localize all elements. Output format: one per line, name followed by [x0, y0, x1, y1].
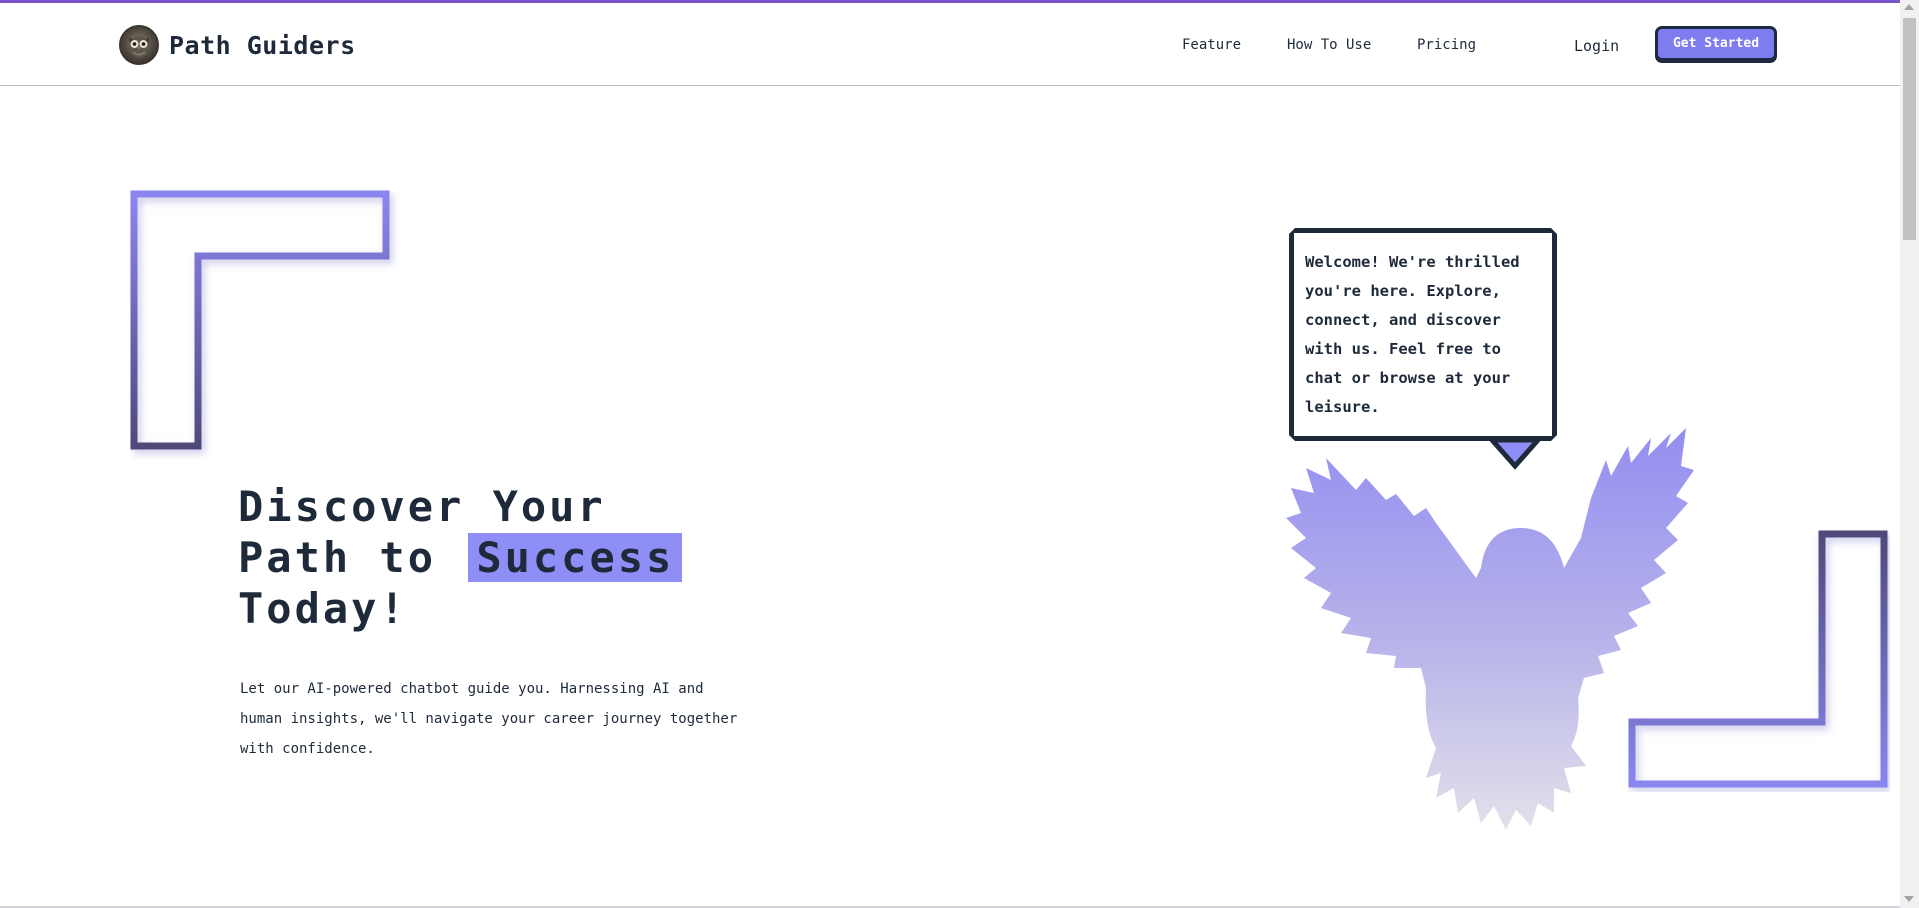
decorative-l-frame-top-left — [130, 190, 390, 450]
decorative-l-frame-bottom-right — [1628, 530, 1888, 788]
speech-bubble-tail — [1490, 438, 1540, 470]
hero-title: Discover Your Path to Success Today! — [238, 481, 683, 634]
hero-description: Let our AI-powered chatbot guide you. Ha… — [240, 681, 738, 757]
speech-bubble-text: Welcome! We're thrilled you're here. Exp… — [1305, 253, 1520, 416]
navbar: Path Guiders Feature How To Use Pricing … — [0, 3, 1900, 86]
nav-link-pricing[interactable]: Pricing — [1417, 37, 1476, 53]
brand-name: Path Guiders — [169, 30, 356, 60]
brand[interactable]: Path Guiders — [119, 25, 356, 65]
owl-logo-icon — [119, 25, 159, 65]
nav-link-feature[interactable]: Feature — [1182, 37, 1241, 53]
hero-title-prefix: Path to — [238, 533, 437, 582]
hero-title-line-3: Today! — [238, 584, 408, 633]
hero-title-line-2: Path to Success — [238, 532, 683, 583]
get-started-button[interactable]: Get Started — [1655, 26, 1777, 61]
scrollbar-thumb[interactable] — [1903, 18, 1916, 240]
hero-title-highlight: Success — [468, 533, 683, 582]
nav-link-how-to-use[interactable]: How To Use — [1287, 37, 1371, 53]
login-link[interactable]: Login — [1574, 37, 1619, 55]
scroll-down-arrow-icon[interactable] — [1904, 896, 1914, 902]
hero-title-line-1: Discover Your — [238, 482, 606, 531]
page: Path Guiders Feature How To Use Pricing … — [0, 0, 1919, 908]
scroll-up-arrow-icon[interactable] — [1904, 4, 1914, 10]
